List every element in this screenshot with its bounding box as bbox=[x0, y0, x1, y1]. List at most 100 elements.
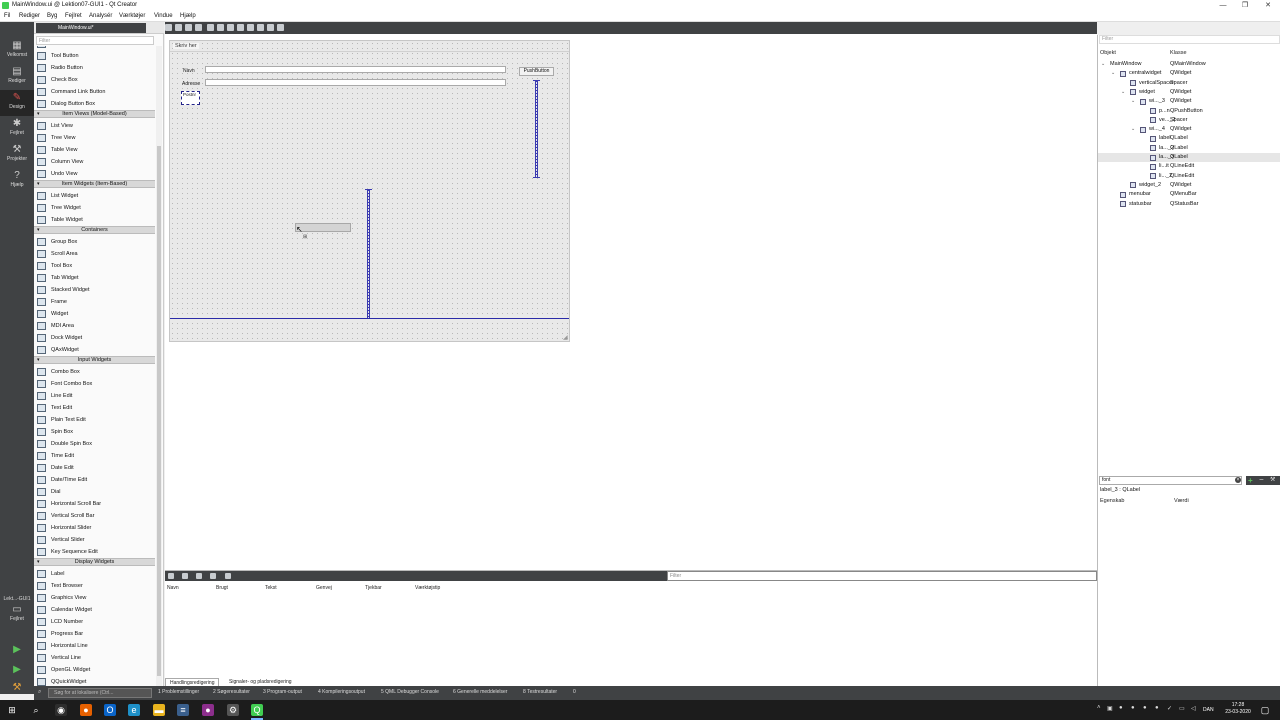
widget-box-item[interactable]: Horizontal Line bbox=[37, 640, 155, 652]
buddy-mode-icon[interactable] bbox=[185, 24, 192, 31]
vertical-spacer[interactable] bbox=[367, 190, 370, 318]
tray-app-icon-4[interactable]: ● bbox=[1143, 705, 1151, 714]
kit-selector[interactable]: Lekt...-GUI1 ▭ Fejlret bbox=[0, 596, 34, 622]
col-used[interactable]: Brugt bbox=[216, 585, 228, 591]
widget-box-item[interactable]: Scroll Area bbox=[37, 248, 155, 260]
object-tree-row[interactable]: li...it QLineEdit bbox=[1098, 162, 1280, 171]
col-name[interactable]: Navn bbox=[167, 585, 179, 591]
mode-design[interactable]: ✎ Design bbox=[0, 90, 34, 116]
widget-box-item[interactable]: Table Widget bbox=[37, 214, 155, 226]
object-filter-input[interactable]: Filter bbox=[1099, 35, 1280, 44]
file-explorer-icon[interactable]: ▬ bbox=[153, 704, 165, 716]
widget-box-item[interactable]: Text Browser bbox=[37, 580, 155, 592]
widget-box-item[interactable]: OpenGL Widget bbox=[37, 664, 155, 676]
widget-box-item[interactable]: Plain Text Edit bbox=[37, 414, 155, 426]
menu-window[interactable]: Vindue bbox=[154, 13, 173, 19]
locator-input[interactable]: Søg for at lokalisere (Ctrl... bbox=[48, 688, 152, 698]
vertical-spacer-2[interactable] bbox=[535, 81, 538, 177]
widget-box-item[interactable]: List View bbox=[37, 120, 155, 132]
layout-vertical-icon[interactable] bbox=[217, 24, 224, 31]
object-tree-row[interactable]: ⌄ widget QWidget bbox=[1098, 88, 1280, 97]
menu-help[interactable]: Hjælp bbox=[180, 13, 196, 19]
widget-box-item[interactable]: Frame bbox=[37, 296, 155, 308]
windows-start-icon[interactable]: ⊞ bbox=[6, 704, 18, 716]
menu-debug[interactable]: Fejlret bbox=[65, 13, 82, 19]
col-tooltip[interactable]: Værktøjstip bbox=[415, 585, 440, 591]
label-postnr[interactable]: Postnr bbox=[181, 91, 200, 105]
widget-box-item[interactable]: Stacked Widget bbox=[37, 284, 155, 296]
widget-box-item[interactable]: List Widget bbox=[37, 190, 155, 202]
tray-app-icon-3[interactable]: ● bbox=[1131, 705, 1139, 714]
widget-box-item[interactable]: Column View bbox=[37, 156, 155, 168]
chevron-down-icon[interactable]: ⌄ bbox=[1131, 125, 1135, 134]
object-tree-row[interactable]: ⌄ MainWindow QMainWindow bbox=[1098, 60, 1280, 69]
widget-category[interactable]: ▾ Item Views (Model-Based) bbox=[34, 110, 155, 118]
mode-welcome[interactable]: ▦ Velkomst bbox=[0, 38, 34, 64]
minimize-icon[interactable]: — bbox=[1212, 0, 1234, 11]
menu-file[interactable]: Fil bbox=[4, 13, 10, 19]
widget-box-item[interactable]: Graphics View bbox=[37, 592, 155, 604]
mode-projects[interactable]: ⚒ Projekter bbox=[0, 142, 34, 168]
property-filter-input[interactable]: font bbox=[1099, 476, 1242, 485]
widget-box-item[interactable]: LCD Number bbox=[37, 616, 155, 628]
widget-box-item[interactable]: Tab Widget bbox=[37, 272, 155, 284]
widget-box-item[interactable]: Undo View bbox=[37, 168, 155, 180]
menu-build[interactable]: Byg bbox=[47, 13, 57, 19]
break-layout-icon[interactable] bbox=[267, 24, 274, 31]
widget-box-item[interactable]: Tool Box bbox=[37, 260, 155, 272]
debug-run-button[interactable]: ▶ bbox=[0, 662, 34, 678]
task-view-icon[interactable]: ◉ bbox=[55, 704, 67, 716]
widget-box-item[interactable]: Check Box bbox=[37, 74, 155, 86]
mode-help[interactable]: ? Hjælp bbox=[0, 168, 34, 194]
splitter-vertical-icon[interactable] bbox=[237, 24, 244, 31]
layout-horizontal-icon[interactable] bbox=[207, 24, 214, 31]
edge-icon[interactable]: e bbox=[128, 704, 140, 716]
object-tree-row[interactable]: ⌄ wi..._3 QWidget bbox=[1098, 97, 1280, 106]
pane-more[interactable]: 0 bbox=[573, 689, 576, 695]
mode-edit[interactable]: ▤ Rediger bbox=[0, 64, 34, 90]
widget-box-item[interactable]: Spin Box bbox=[37, 426, 155, 438]
pane-test-results[interactable]: 8 Testresultater bbox=[523, 689, 557, 695]
lineedit-adresse[interactable] bbox=[205, 79, 506, 86]
col-text[interactable]: Tekst bbox=[265, 585, 277, 591]
label-adresse[interactable]: Adresse bbox=[182, 81, 200, 87]
chevron-down-icon[interactable]: ⌄ bbox=[1131, 97, 1135, 106]
widget-box-item[interactable]: Date/Time Edit bbox=[37, 474, 155, 486]
widget-box-item[interactable]: QQuickWidget bbox=[37, 676, 155, 686]
widget-category[interactable]: ▾ Display Widgets bbox=[34, 558, 155, 566]
tray-app-icon-6[interactable]: ✓ bbox=[1167, 705, 1175, 714]
adjust-size-icon[interactable] bbox=[277, 24, 284, 31]
widget-box-item[interactable]: Font Combo Box bbox=[37, 378, 155, 390]
object-tree-row[interactable]: la..._3 QLabel bbox=[1098, 153, 1280, 162]
main-window-form[interactable]: Skriv her Navn Adresse Postnr PushButton… bbox=[169, 40, 570, 342]
paste-action-icon[interactable] bbox=[196, 573, 202, 579]
widget-box-item[interactable]: Date Edit bbox=[37, 462, 155, 474]
object-tree-row[interactable]: li..._2 QLineEdit bbox=[1098, 172, 1280, 181]
tab-order-icon[interactable] bbox=[195, 24, 202, 31]
new-action-icon[interactable] bbox=[168, 573, 174, 579]
run-button[interactable]: ▶ bbox=[0, 642, 34, 658]
col-object[interactable]: Objekt bbox=[1100, 50, 1116, 56]
widget-box-item[interactable]: Calendar Widget bbox=[37, 604, 155, 616]
remove-property-icon[interactable]: − bbox=[1259, 476, 1266, 484]
clock[interactable]: 17:28 23-03-2020 bbox=[1224, 702, 1252, 716]
widget-box-item[interactable]: MDI Area bbox=[37, 320, 155, 332]
widget-box-item[interactable]: Text Edit bbox=[37, 402, 155, 414]
object-tree-row[interactable]: p...n QPushButton bbox=[1098, 107, 1280, 116]
widget-box-item[interactable]: Double Spin Box bbox=[37, 438, 155, 450]
object-tree-row[interactable]: label QLabel bbox=[1098, 134, 1280, 143]
chevron-down-icon[interactable]: ⌄ bbox=[1121, 88, 1125, 97]
widget-box-item[interactable]: Vertical Scroll Bar bbox=[37, 510, 155, 522]
object-tree-row[interactable]: menubar QMenuBar bbox=[1098, 190, 1280, 199]
object-tree-row[interactable]: statusbar QStatusBar bbox=[1098, 200, 1280, 209]
widget-box-item[interactable]: Vertical Line bbox=[37, 652, 155, 664]
object-tree-row[interactable]: ve..._2 Spacer bbox=[1098, 116, 1280, 125]
col-shortcut[interactable]: Genvej bbox=[316, 585, 332, 591]
volume-icon[interactable]: ◁ bbox=[1191, 705, 1199, 714]
widget-box-item[interactable]: Horizontal Slider bbox=[37, 522, 155, 534]
widget-box-item[interactable]: QAxWidget bbox=[37, 344, 155, 356]
pane-general-messages[interactable]: 6 Generelle meddelelser bbox=[453, 689, 507, 695]
widget-box-item[interactable]: Widget bbox=[37, 308, 155, 320]
widget-category[interactable]: ▾ Containers bbox=[34, 226, 155, 234]
col-property[interactable]: Egenskab bbox=[1100, 498, 1124, 504]
